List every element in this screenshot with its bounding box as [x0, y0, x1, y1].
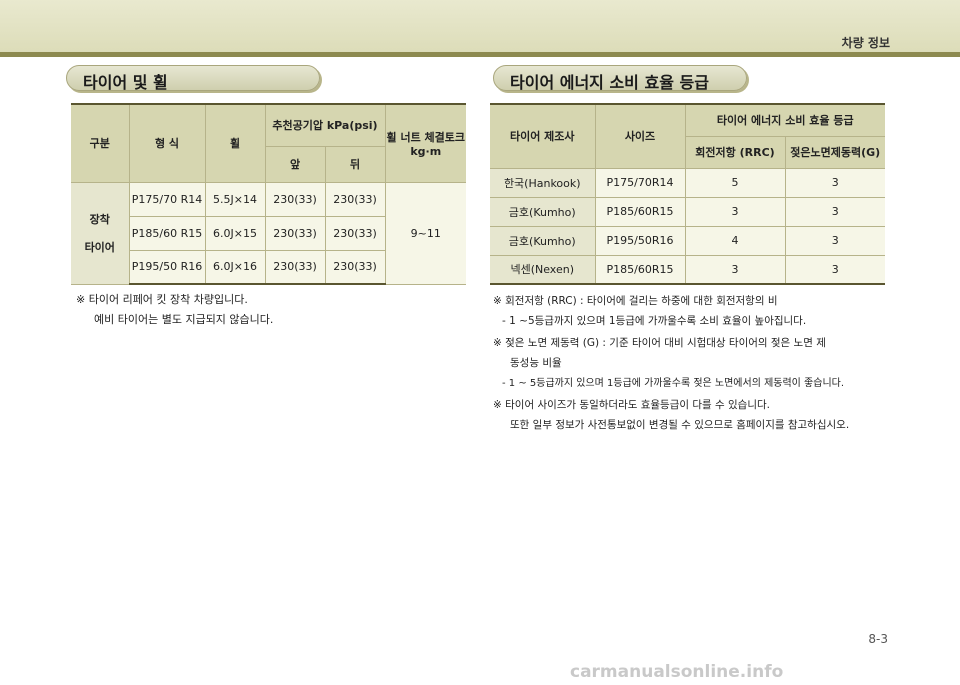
table-cell: P185/60 R15 [129, 215, 206, 251]
table-cell: 3 [784, 225, 885, 256]
page-number: 8-3 [868, 632, 888, 646]
top-banner [0, 0, 960, 54]
left-note-line2: 예비 타이어는 별도 지급되지 않습니다. [94, 313, 274, 326]
col-grade-header: 타이어 에너지 소비 효율 등급 [684, 103, 885, 137]
table-cell: 3 [684, 254, 786, 285]
table-cell: 230(33) [324, 249, 385, 285]
table-cell: 230(33) [324, 215, 385, 251]
section-header-title: 차량 정보 [841, 36, 890, 50]
mounted-tire-group: 장착 타이어 [71, 181, 130, 285]
col-maker-header: 타이어 제조사 [490, 103, 596, 169]
table-cell: 230(33) [324, 181, 386, 217]
table-cell: 5 [684, 167, 786, 198]
table-cell: 230(33) [264, 181, 326, 217]
table-cell: 4 [684, 225, 786, 256]
torque-value: 9~11 [384, 181, 466, 285]
table-cell: 5.5J×14 [204, 181, 266, 217]
table-cell: 한국(Hankook) [490, 167, 596, 198]
top-banner-divider [0, 52, 960, 57]
col-size-header: 사이즈 [594, 103, 686, 169]
right-note-5: - 1 ~ 5등급까지 있으며 1등급에 가까울수록 젖은 노면에서의 제동력이… [502, 378, 845, 389]
table-cell: P195/50R16 [594, 225, 686, 256]
energy-grade-title: 타이어 에너지 소비 효율 등급 [510, 73, 709, 92]
group-label-line2: 타이어 [84, 241, 115, 254]
col-front-header: 앞 [265, 145, 326, 183]
tire-wheel-title: 타이어 및 휠 [83, 73, 168, 92]
table-cell: 230(33) [264, 215, 326, 251]
col-rear-header: 뒤 [324, 145, 385, 183]
table-cell: P185/60R15 [594, 196, 686, 227]
table-cell: 230(33) [264, 249, 326, 285]
table-cell: 3 [784, 254, 885, 285]
table-cell: 6.0J×16 [204, 249, 266, 285]
col-category-header: 구분 [71, 103, 130, 183]
watermark-text: carmanualsonline.info [570, 662, 784, 682]
table-cell: P195/50 R16 [129, 249, 206, 285]
table-cell: P175/70 R14 [128, 181, 206, 217]
col-rrc-header: 회전저항 (RRC) [685, 135, 786, 169]
energy-grade-table: 타이어 제조사 사이즈 타이어 에너지 소비 효율 등급 회전저항 (RRC) … [490, 103, 885, 285]
right-note-3: ※ 젖은 노면 제동력 (G) : 기준 타이어 대비 시험대상 타이어의 젖은… [493, 337, 826, 349]
tire-wheel-table: 구분 형 식 휠 추천공기압 kPa(psi) 휠 너트 체결토크kg·m 앞 … [71, 103, 466, 285]
right-note-2: - 1 ~5등급까지 있으며 1등급에 가까울수록 소비 효율이 높아집니다. [502, 315, 807, 327]
col-pressure-header: 추천공기압 kPa(psi) [264, 103, 386, 147]
col-wheel-header: 휠 [204, 103, 266, 183]
right-note-4: 동성능 비율 [510, 357, 562, 369]
table-cell: 금호(Kumho) [490, 196, 596, 227]
tire-wheel-title-pill: 타이어 및 휠 [66, 65, 320, 92]
right-note-1: ※ 회전저항 (RRC) : 타이어에 걸리는 하중에 대한 회전저항의 비 [493, 295, 778, 307]
table-cell: 6.0J×15 [204, 215, 266, 251]
left-note-line1: ※ 타이어 리페어 킷 장착 차량입니다. [76, 293, 248, 306]
right-note-7: 또한 일부 정보가 사전통보없이 변경될 수 있으므로 홈페이지를 참고하십시오… [510, 419, 850, 431]
table-cell: P185/60R15 [594, 254, 686, 285]
col-type-header: 형 식 [128, 103, 206, 183]
col-wet-header: 젖은노면제동력(G) [784, 135, 885, 169]
table-cell: 3 [684, 196, 786, 227]
table-cell: 금호(Kumho) [490, 225, 596, 256]
table-cell: 3 [784, 167, 885, 198]
right-note-6: ※ 타이어 사이즈가 동일하더라도 효율등급이 다를 수 있습니다. [493, 399, 770, 411]
energy-grade-title-pill: 타이어 에너지 소비 효율 등급 [493, 65, 747, 92]
table-cell: P175/70R14 [594, 167, 686, 198]
group-label-line1: 장착 [89, 213, 110, 226]
table-cell: 넥센(Nexen) [490, 254, 596, 285]
table-cell: 3 [784, 196, 885, 227]
col-torque-header: 휠 너트 체결토크kg·m [384, 103, 466, 183]
